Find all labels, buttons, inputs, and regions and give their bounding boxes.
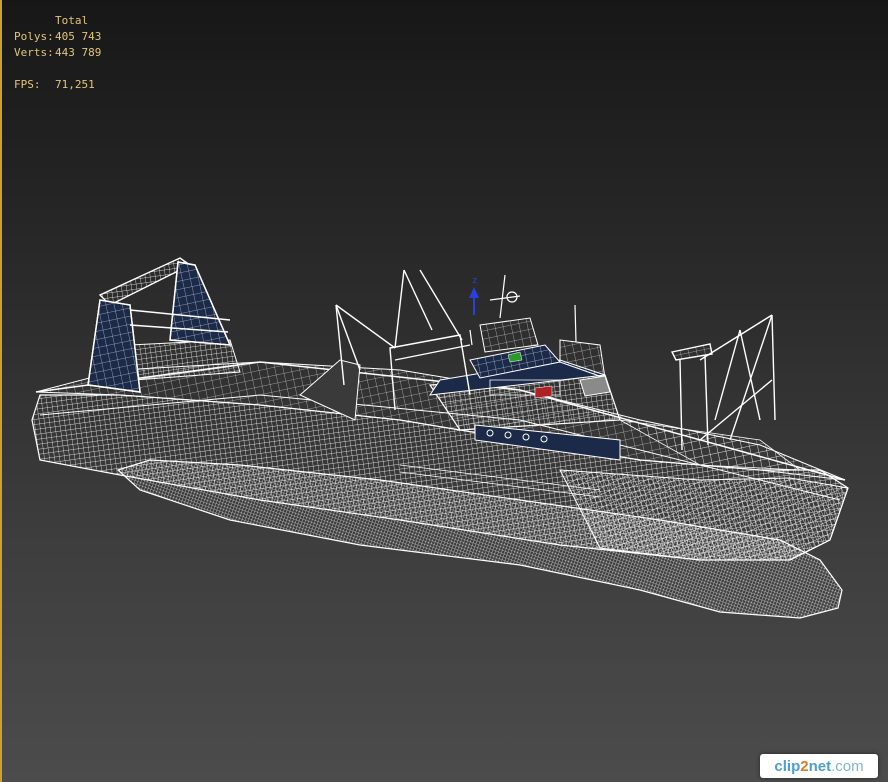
viewport-perspective[interactable]: z Total Polys: 405 743 Verts: 443 789 FP… [0, 0, 888, 782]
watermark-part1: clip [774, 757, 801, 775]
fps-value: 71,251 [55, 78, 95, 91]
hull-bow [559, 469, 849, 561]
polys-value: 405 743 [55, 30, 102, 43]
watermark-part2: 2 [800, 757, 809, 775]
watermark-logo: clip 2 net .com [760, 754, 878, 778]
watermark-part4: .com [831, 757, 864, 775]
gizmo-z-label: z [472, 276, 477, 286]
verts-label: Verts: [14, 46, 54, 59]
stats-header: Total [55, 14, 89, 27]
transform-gizmo-icon[interactable]: z [469, 276, 479, 315]
verts-value: 443 789 [55, 46, 102, 59]
polys-label: Polys: [14, 30, 54, 43]
watermark-part3: net [808, 757, 832, 775]
ship-wireframe-model[interactable]: z [0, 0, 888, 782]
active-viewport-border [0, 0, 2, 782]
viewport-statistics: Total Polys: 405 743 Verts: 443 789 FPS: 71… [14, 13, 101, 93]
fps-label: FPS: [14, 78, 41, 91]
